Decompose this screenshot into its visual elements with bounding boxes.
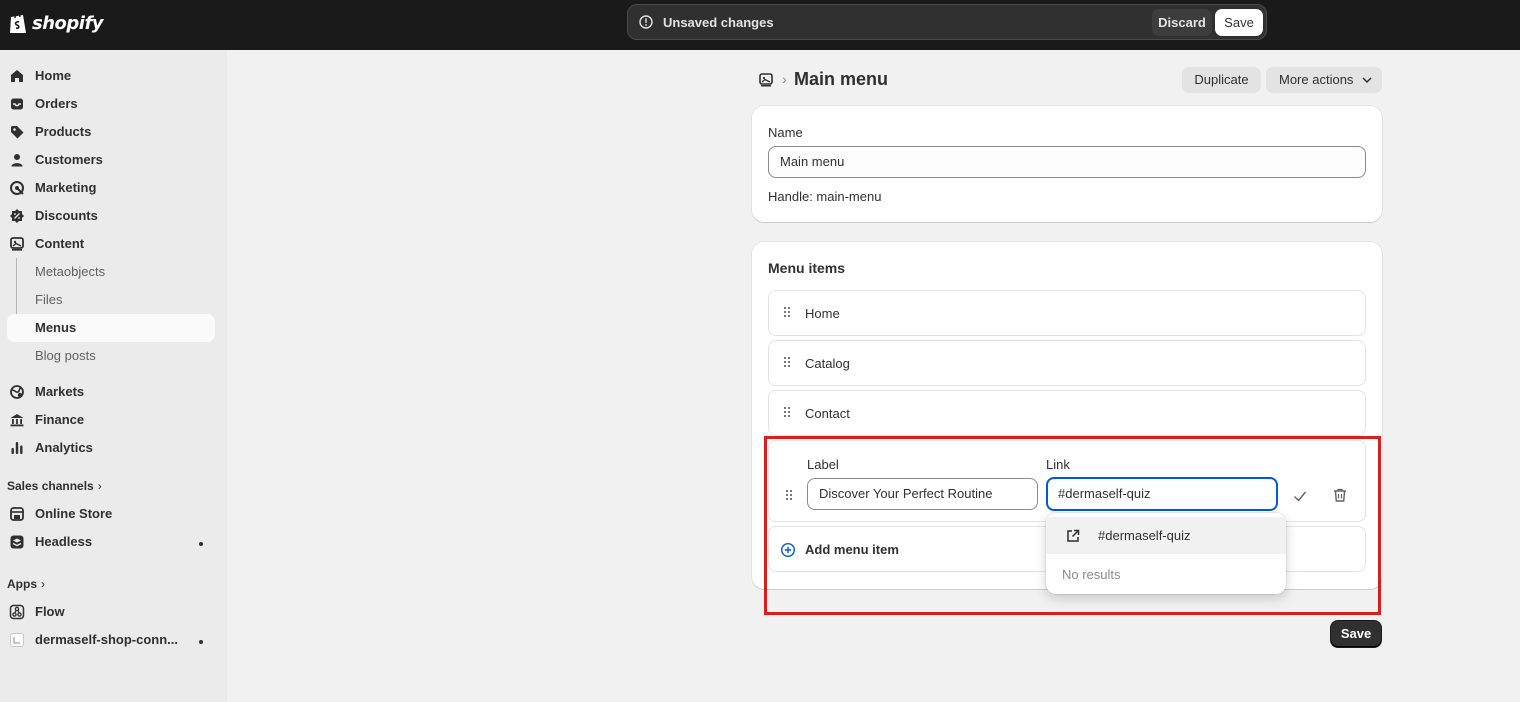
sidebar-item-blog-posts[interactable]: Blog posts [0, 342, 227, 370]
menu-item-row[interactable]: Home [768, 290, 1366, 336]
chevron-down-icon [1362, 77, 1372, 84]
sidebar-item-online-store[interactable]: Online Store [0, 500, 227, 528]
menu-item-label: Home [805, 306, 840, 321]
layers-icon [10, 535, 24, 549]
menu-item-row[interactable]: Catalog [768, 340, 1366, 386]
sidebar-item-label: Headless [35, 534, 93, 549]
sidebar-item-files[interactable]: Files [0, 286, 227, 314]
sidebar-item-label: Finance [35, 412, 85, 427]
menu-item-row[interactable]: Contact [768, 390, 1366, 436]
sidebar-item-headless[interactable]: Headless [0, 528, 227, 556]
bar-chart-icon [11, 442, 23, 454]
sidebar-item-discounts[interactable]: Discounts [0, 202, 227, 230]
shopify-logo[interactable]: shopify [8, 11, 104, 35]
name-input[interactable]: Main menu [768, 146, 1366, 178]
sidebar-item-label: Files [35, 292, 63, 307]
sidebar-item-label: Metaobjects [35, 264, 106, 279]
sidebar-item-label: Markets [35, 384, 85, 399]
brand-name: shopify [32, 12, 104, 34]
discard-button[interactable]: Discard [1152, 9, 1212, 36]
more-actions-label: More actions [1279, 72, 1354, 87]
sidebar-item-products[interactable]: Products [0, 118, 227, 146]
sidebar-item-menus[interactable]: Menus [7, 314, 215, 342]
content-icon [10, 237, 24, 251]
chevron-right-icon: › [97, 479, 102, 493]
drag-handle-icon[interactable] [783, 356, 791, 368]
sidebar-item-marketing[interactable]: Marketing [0, 174, 227, 202]
menu-item-label: Catalog [805, 356, 850, 371]
breadcrumb-separator: › [782, 71, 787, 87]
unsaved-changes-bar: Unsaved changes Discard Save [627, 4, 1267, 40]
bank-icon [10, 414, 24, 427]
sidebar-item-finance[interactable]: Finance [0, 406, 227, 434]
sidebar-item-label: Products [35, 124, 92, 139]
highlight-box [764, 436, 1381, 615]
sidebar-item-dermaself-app[interactable]: dermaself-shop-conn... [0, 626, 227, 654]
page-title: Main menu [794, 69, 889, 89]
sidebar-item-label: Content [35, 236, 85, 251]
sidebar-item-customers[interactable]: Customers [0, 146, 227, 174]
drag-handle-icon[interactable] [783, 406, 791, 418]
sidebar-item-content[interactable]: Content [0, 230, 227, 258]
sidebar-item-markets[interactable]: Markets [0, 378, 227, 406]
sidebar-item-flow[interactable]: Flow [0, 598, 227, 626]
sidebar-item-label: Marketing [35, 180, 97, 195]
sidebar-item-label: Analytics [35, 440, 93, 455]
save-button[interactable]: Save [1330, 620, 1382, 648]
alert-circle-icon [639, 15, 653, 29]
apps-label: Apps [7, 577, 37, 591]
chevron-right-icon: › [41, 577, 45, 591]
sidebar-item-home[interactable]: Home [0, 62, 227, 90]
sidebar-item-label: dermaself-shop-conn... [35, 632, 179, 647]
apps-heading[interactable]: Apps › [7, 577, 45, 591]
sidebar-item-label: Customers [35, 152, 103, 167]
sidebar-item-metaobjects[interactable]: Metaobjects [0, 258, 227, 286]
more-actions-button[interactable]: More actions [1266, 67, 1382, 93]
discount-icon [10, 209, 24, 223]
sales-channels-label: Sales channels [7, 479, 94, 493]
person-icon [11, 154, 23, 167]
store-icon [10, 507, 24, 521]
sidebar-item-orders[interactable]: Orders [0, 90, 227, 118]
home-icon [11, 70, 23, 82]
unsaved-changes-text: Unsaved changes [663, 15, 774, 30]
name-card: Name Main menu Handle: main-menu [752, 106, 1382, 222]
flow-icon [9, 604, 25, 620]
sidebar-item-label: Menus [35, 320, 77, 335]
inbox-icon [11, 98, 23, 110]
sidebar: Home Orders Products Customers Marketing… [0, 50, 227, 702]
sidebar-item-label: Blog posts [35, 348, 96, 363]
menu-item-label: Contact [805, 406, 850, 421]
handle-text: Handle: main-menu [768, 189, 882, 204]
shopify-bag-icon [10, 13, 26, 33]
name-label: Name [768, 125, 803, 140]
sidebar-item-label: Discounts [35, 208, 98, 223]
sidebar-item-label: Home [35, 68, 72, 83]
sales-channels-heading[interactable]: Sales channels › [7, 479, 102, 493]
app-icon [10, 633, 24, 647]
sidebar-item-label: Orders [35, 96, 78, 111]
save-button-top[interactable]: Save [1215, 9, 1263, 36]
top-bar: shopify Unsaved changes Discard Save [0, 0, 1520, 50]
status-dot [199, 542, 203, 546]
target-icon [10, 181, 24, 195]
menu-items-title: Menu items [768, 260, 846, 276]
tag-icon [11, 126, 24, 139]
sidebar-item-analytics[interactable]: Analytics [0, 434, 227, 462]
globe-icon [10, 385, 24, 399]
sidebar-item-label: Flow [35, 604, 65, 619]
drag-handle-icon[interactable] [783, 306, 791, 318]
sidebar-item-label: Online Store [35, 506, 113, 521]
status-dot [199, 640, 203, 644]
duplicate-button[interactable]: Duplicate [1182, 67, 1261, 93]
content-icon[interactable] [758, 72, 774, 88]
